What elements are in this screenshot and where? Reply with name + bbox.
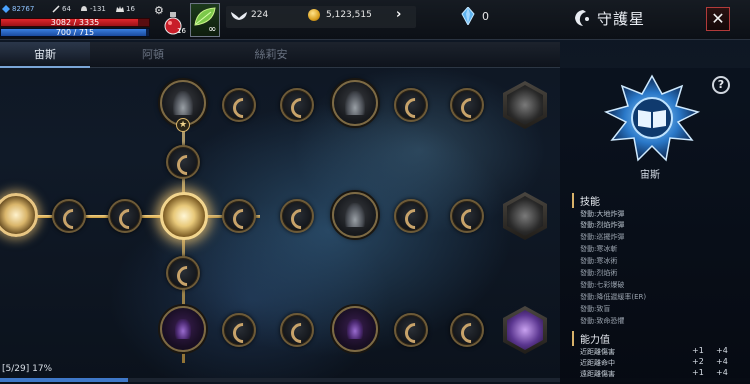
stat-value: +2 <box>692 357 704 366</box>
skill-node[interactable] <box>166 256 200 290</box>
tab-aton[interactable]: 阿頓 <box>108 42 198 68</box>
skill-node[interactable] <box>280 199 314 233</box>
skill-list-item: 發動:大地炸彈 <box>580 210 625 218</box>
skill-node[interactable] <box>450 313 484 347</box>
hp-bar: 3082 / 3335 <box>0 18 150 27</box>
skill-node[interactable] <box>166 145 200 179</box>
third-stat-value: 16 <box>126 5 135 13</box>
skill-node[interactable] <box>394 313 428 347</box>
crown-icon <box>116 6 124 12</box>
skill-node[interactable] <box>280 313 314 347</box>
currency-expand-arrow-icon[interactable]: › <box>396 7 401 22</box>
item-infinite-count: ∞ <box>208 24 217 35</box>
guardian-star-icon <box>575 10 589 26</box>
skill-node[interactable] <box>450 88 484 122</box>
stat-name: 遠距離傷害 <box>580 370 615 378</box>
wings-icon <box>231 12 247 20</box>
skill-list-item: 發動:致命恐懼 <box>580 317 625 325</box>
skill-node[interactable] <box>280 88 314 122</box>
third-stat: 16 <box>116 5 135 13</box>
skill-list-item: 發動:寒冰斬 <box>580 245 618 253</box>
helmet-icon <box>81 6 87 11</box>
attack-stat: 64 <box>52 5 71 13</box>
skill-list-item: 發動:降低遲緩率(ER) <box>580 293 647 301</box>
stat-value: +1 <box>692 346 704 355</box>
close-button[interactable]: ✕ <box>706 7 730 31</box>
constellation-name: 宙斯 <box>640 170 660 181</box>
skill-node[interactable] <box>394 199 428 233</box>
skill-node[interactable] <box>52 199 86 233</box>
page-title: 守護星 <box>597 9 646 28</box>
skill-node[interactable] <box>222 313 256 347</box>
skill-node[interactable] <box>394 88 428 122</box>
stat-name: 近距離傷害 <box>580 348 615 356</box>
stat-value: +4 <box>716 357 728 366</box>
skill-node[interactable] <box>450 199 484 233</box>
gold-coin-icon <box>308 9 320 21</box>
tab-zeus[interactable]: 宙斯 <box>0 42 90 68</box>
skill-list-item: 發動:寒冰術 <box>580 257 618 265</box>
stat-value: +4 <box>716 368 728 377</box>
wings-value: 224 <box>251 10 269 20</box>
gold-value: 5,123,515 <box>326 10 372 20</box>
skill-list-item: 發動:烈焰術 <box>580 269 618 277</box>
stats-header: 能力值 <box>572 331 610 346</box>
progress-text: [5/29] 17% <box>2 364 53 374</box>
skill-node[interactable] <box>222 199 256 233</box>
skill-node[interactable] <box>332 80 378 126</box>
sword-icon <box>52 5 60 13</box>
potion-count: 16 <box>177 27 186 35</box>
skill-list-item: 發動:巡擺炸彈 <box>580 233 625 241</box>
crystal-value: 0 <box>482 10 489 23</box>
attack-value: 64 <box>62 5 71 13</box>
skill-node[interactable] <box>222 88 256 122</box>
level-stat: 82767 <box>2 5 34 13</box>
stat-name: 近距離命中 <box>580 359 615 367</box>
mp-bar: 700 / 715 <box>0 28 150 37</box>
skill-node[interactable] <box>160 306 206 352</box>
progress-fill <box>0 378 128 382</box>
star-icon: ★ <box>176 118 190 132</box>
stat-value: +4 <box>716 346 728 355</box>
skill-list-item: 發動:烈焰炸彈 <box>580 221 625 229</box>
skill-node[interactable] <box>332 306 378 352</box>
constellation-tabs: 宙斯 阿頓 絲莉安 <box>0 42 560 68</box>
stat-value: +1 <box>692 368 704 377</box>
character-status: 82767 64 -131 16 3082 / 3335 700 / 715 <box>0 2 152 38</box>
defense-value: -131 <box>90 5 106 13</box>
level-icon <box>2 5 10 13</box>
book-emblem-icon <box>603 74 701 162</box>
defense-stat: -131 <box>80 5 106 13</box>
top-status-bar: 82767 64 -131 16 3082 / 3335 700 / 715 ⚙… <box>0 0 750 40</box>
mp-text: 700 / 715 <box>55 28 95 37</box>
window-title: 守護星 <box>572 6 645 30</box>
blue-crystal-icon <box>461 7 475 25</box>
level-value: 82767 <box>12 5 35 13</box>
skill-list-item: 發動:致盲 <box>580 305 611 313</box>
skill-list-item: 發動:七彩爆破 <box>580 281 625 289</box>
skill-node[interactable] <box>108 199 142 233</box>
skill-node-activated[interactable] <box>160 192 208 240</box>
skill-node[interactable] <box>332 192 378 238</box>
hp-text: 3082 / 3335 <box>50 18 100 27</box>
skills-header: 技能 <box>572 193 600 208</box>
tab-silian[interactable]: 絲莉安 <box>226 42 316 68</box>
